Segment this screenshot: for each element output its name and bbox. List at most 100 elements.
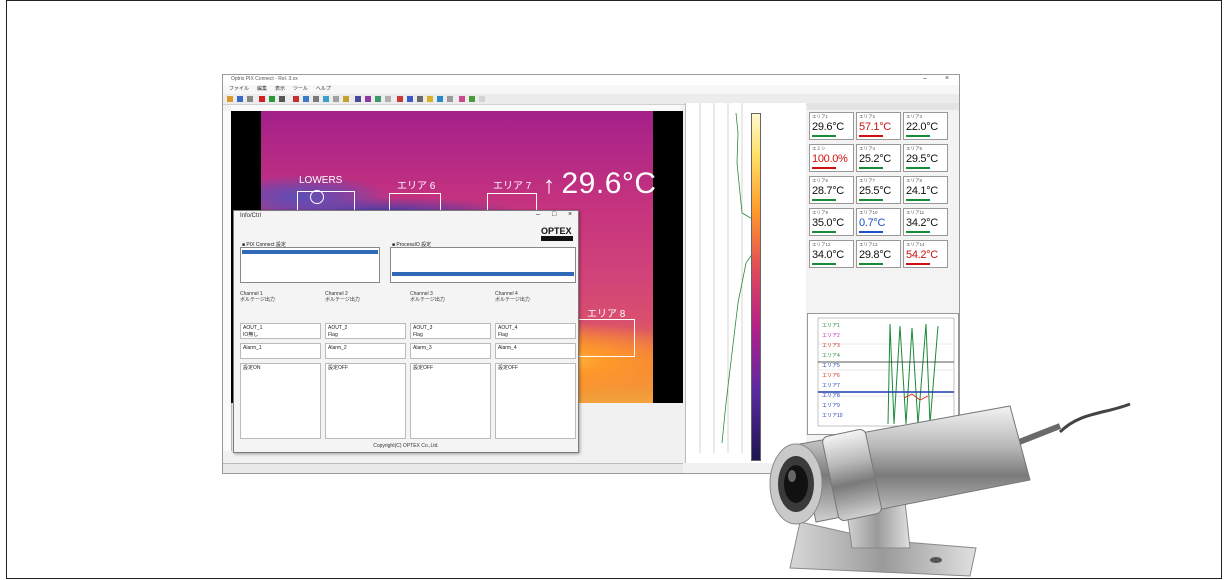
channel-output-box[interactable]: AOUT_4 Flag <box>495 323 576 339</box>
processio-settings-list[interactable] <box>390 247 576 283</box>
measure-cell-label: エミシ <box>812 146 826 151</box>
channel-detail-box[interactable]: 設定OFF <box>325 363 406 439</box>
channel-output-box[interactable]: AOUT_3 Flag <box>410 323 491 339</box>
measure-cell-bar <box>812 263 836 265</box>
measure-cell-bar <box>859 199 883 201</box>
close-icon[interactable]: × <box>945 75 949 82</box>
measure-cell[interactable]: エリア13 29.8°C <box>856 240 901 268</box>
measure-cell-value: 24.1°C <box>906 185 938 197</box>
measure-icon[interactable] <box>343 96 349 102</box>
pix-settings-list[interactable] <box>240 247 380 283</box>
measure-cell[interactable]: エリア6 28.7°C <box>809 176 854 204</box>
measure-cell-bar <box>812 199 836 201</box>
help-icon[interactable] <box>479 96 485 102</box>
measure-cell-label: エリア8 <box>906 178 923 183</box>
measure-cell[interactable]: エリア14 54.2°C <box>903 240 948 268</box>
menu-view[interactable]: 表示 <box>275 86 285 92</box>
layout-icon[interactable] <box>293 96 299 102</box>
big-temperature-value: 29.6°C <box>561 167 657 200</box>
settings-icon[interactable] <box>355 96 361 102</box>
measure-cell[interactable]: エリア1 29.6°C <box>809 112 854 140</box>
measure-cell-label: エリア6 <box>812 178 829 183</box>
menu-help[interactable]: ヘルプ <box>316 86 331 92</box>
measure-cell[interactable]: エリア8 24.1°C <box>903 176 948 204</box>
record-icon[interactable] <box>259 96 265 102</box>
snapshot-icon[interactable] <box>279 96 285 102</box>
info-icon[interactable] <box>447 96 453 102</box>
grid-icon[interactable] <box>385 96 391 102</box>
measure-cell-bar <box>906 231 930 233</box>
measure-cell[interactable]: エリア4 25.2°C <box>856 144 901 172</box>
zoom-icon[interactable] <box>313 96 319 102</box>
palette-icon[interactable] <box>303 96 309 102</box>
fullscreen-icon[interactable] <box>459 96 465 102</box>
measure-cell-value: 25.5°C <box>859 185 891 197</box>
channel-output-box[interactable]: AOUT_1 IO無し <box>240 323 321 339</box>
measure-cell-label: エリア13 <box>859 242 878 247</box>
alarm-icon[interactable] <box>397 96 403 102</box>
channel-output-label: AOUT_2 <box>328 325 348 331</box>
channel-alarm-box[interactable]: Alarm_3 <box>410 343 491 359</box>
measure-cell[interactable]: エリア7 25.5°C <box>856 176 901 204</box>
measure-cell[interactable]: エリア10 0.7°C <box>856 208 901 236</box>
trend-legend-item: エリア5 <box>822 363 840 369</box>
open-icon[interactable] <box>227 96 233 102</box>
print-icon[interactable] <box>247 96 253 102</box>
measure-cell[interactable]: エリア11 34.2°C <box>903 208 948 236</box>
hotspot-icon[interactable] <box>427 96 433 102</box>
measure-cell[interactable]: エリア12 34.0°C <box>809 240 854 268</box>
dialog-maximize-icon[interactable]: □ <box>552 211 556 218</box>
selected-row-right[interactable] <box>392 272 574 276</box>
measure-cell-value: 34.2°C <box>906 217 938 229</box>
channel-output-label: AOUT_3 <box>413 325 433 331</box>
trend-legend-item: エリア2 <box>822 333 840 339</box>
coldspot-icon[interactable] <box>437 96 443 102</box>
camera-icon[interactable] <box>417 96 423 102</box>
measure-cell-label: エリア4 <box>859 146 876 151</box>
control-dialog: Info/Ctrl – □ × OPTEX ■ PIX Connect 設定 ■… <box>233 210 579 453</box>
channel-alarm-box[interactable]: Alarm_2 <box>325 343 406 359</box>
area-icon[interactable] <box>323 96 329 102</box>
trend-legend-item: エリア3 <box>822 343 840 349</box>
measure-cell-value: 28.7°C <box>812 185 844 197</box>
measure-cell-label: エリア12 <box>812 242 831 247</box>
menu-file[interactable]: ファイル <box>229 86 249 92</box>
roi-box-8[interactable] <box>577 319 635 357</box>
measure-cell-bar <box>859 231 883 233</box>
selected-row[interactable] <box>242 250 378 254</box>
channel-output-box[interactable]: AOUT_2 Flag <box>325 323 406 339</box>
channel-alarm-box[interactable]: Alarm_1 <box>240 343 321 359</box>
measure-cell[interactable]: エリア3 22.0°C <box>903 112 948 140</box>
menu-edit[interactable]: 編集 <box>257 86 267 92</box>
trend-legend-item: エリア4 <box>822 353 840 359</box>
export-icon[interactable] <box>407 96 413 102</box>
channel-subhead: ボルテージ出力 <box>410 297 445 303</box>
channel-detail-label: 設定ON <box>243 365 261 371</box>
minimize-icon[interactable]: – <box>923 75 927 82</box>
dialog-title: Info/Ctrl <box>240 213 262 219</box>
channel-output-label: AOUT_1 <box>243 325 263 331</box>
line-icon[interactable] <box>333 96 339 102</box>
save-icon[interactable] <box>237 96 243 102</box>
channel-output-label: AOUT_4 <box>498 325 518 331</box>
channel-alarm-box[interactable]: Alarm_4 <box>495 343 576 359</box>
measure-cell-value: 100.0% <box>812 153 848 165</box>
measure-cell[interactable]: エリア2 57.1°C <box>856 112 901 140</box>
refresh-icon[interactable] <box>469 96 475 102</box>
measure-cell[interactable]: エリア5 29.5°C <box>903 144 948 172</box>
dialog-close-icon[interactable]: × <box>568 211 572 218</box>
menu-tools[interactable]: ツール <box>293 86 308 92</box>
dialog-minimize-icon[interactable]: – <box>536 211 540 218</box>
measure-cell[interactable]: エリア9 35.0°C <box>809 208 854 236</box>
channel-detail-box[interactable]: 設定ON <box>240 363 321 439</box>
channel-output-value: Flag <box>498 332 508 338</box>
measure-cell-label: エリア10 <box>859 210 878 215</box>
channel-detail-box[interactable]: 設定OFF <box>410 363 491 439</box>
color-icon[interactable] <box>365 96 371 102</box>
channel-detail-box[interactable]: 設定OFF <box>495 363 576 439</box>
play-icon[interactable] <box>269 96 275 102</box>
measure-cell[interactable]: エミシ 100.0% <box>809 144 854 172</box>
graph-icon[interactable] <box>375 96 381 102</box>
window-title: Optris PIX Connect - Rel. 3.xx <box>231 76 298 82</box>
channel-output-value: IO無し <box>243 332 259 338</box>
